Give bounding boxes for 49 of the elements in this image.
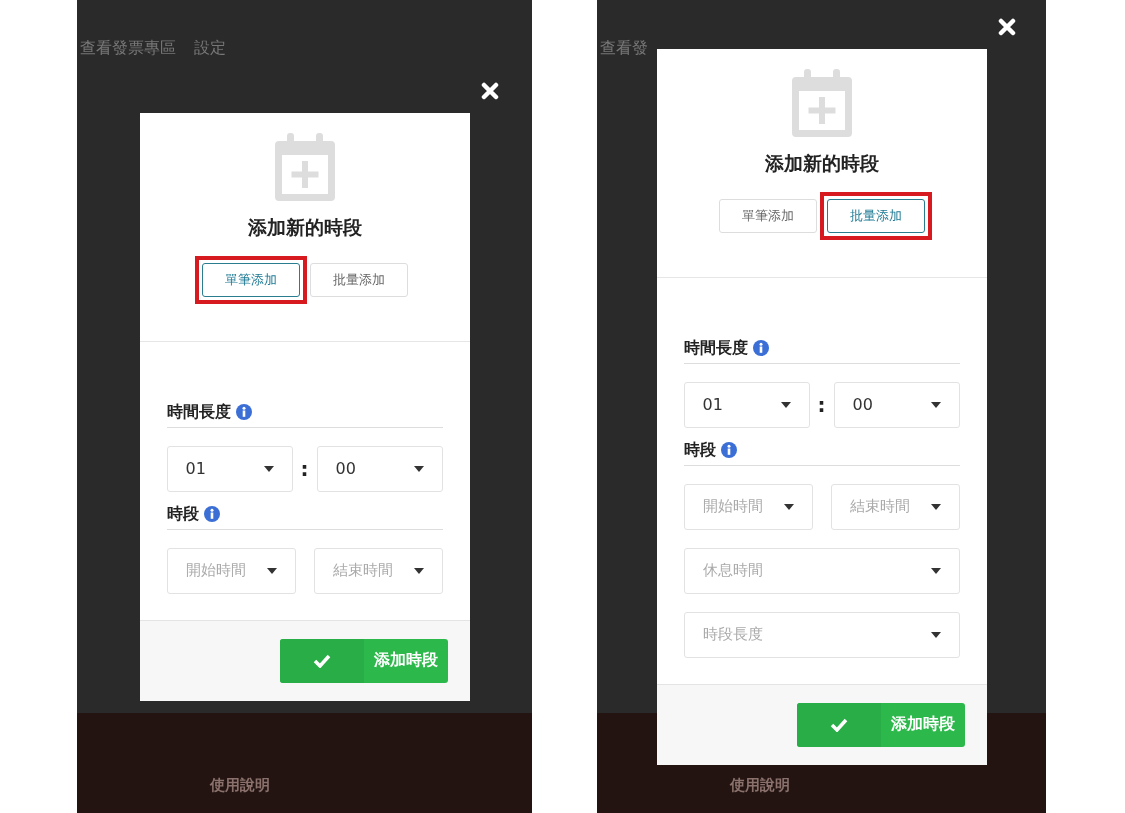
time-separator: : xyxy=(817,392,826,417)
caret-icon xyxy=(930,503,941,510)
calendar-add-icon xyxy=(274,132,335,201)
section-label: 時段 xyxy=(166,503,199,525)
caret-icon xyxy=(780,401,791,408)
nav-link[interactable]: 查看發票專區 xyxy=(80,38,176,60)
mode-tab[interactable]: 單筆添加 xyxy=(201,262,300,297)
hours-select[interactable]: 01 xyxy=(166,445,293,492)
info-icon[interactable] xyxy=(752,340,769,356)
section-label: 時段 xyxy=(683,439,716,461)
caret-icon xyxy=(930,567,941,574)
minutes-select[interactable]: 00 xyxy=(316,445,443,492)
caret-icon xyxy=(413,465,424,472)
time-select[interactable]: 結束時間 xyxy=(313,547,443,594)
dialog-title: 添加新的時段 xyxy=(764,150,879,176)
caret-icon xyxy=(266,567,277,574)
caret-icon xyxy=(413,567,424,574)
time-select[interactable]: 結束時間 xyxy=(830,483,960,530)
caret-icon xyxy=(930,401,941,408)
add-period-button[interactable]: 添加時段 xyxy=(796,702,965,747)
caret-icon xyxy=(783,503,794,510)
check-icon xyxy=(829,717,848,732)
close-icon[interactable] xyxy=(480,81,499,100)
close-icon[interactable] xyxy=(997,17,1016,36)
mode-tab[interactable]: 批量添加 xyxy=(309,262,408,297)
time-select[interactable]: 開始時間 xyxy=(166,547,296,594)
footer-heading: 使用說明 xyxy=(210,776,270,794)
footer-heading: 使用說明 xyxy=(730,776,790,794)
caret-icon xyxy=(263,465,274,472)
dialog-title: 添加新的時段 xyxy=(247,214,362,240)
info-icon[interactable] xyxy=(720,442,737,458)
section-label: 時間長度 xyxy=(683,337,748,359)
info-icon[interactable] xyxy=(203,506,220,522)
caret-icon xyxy=(930,631,941,638)
check-icon xyxy=(312,653,331,668)
time-separator: : xyxy=(300,456,309,481)
minutes-select[interactable]: 00 xyxy=(833,381,960,428)
mode-tab[interactable]: 批量添加 xyxy=(826,198,925,233)
time-select[interactable]: 時段長度 xyxy=(683,611,960,658)
nav-link[interactable]: 查看發 xyxy=(600,38,648,60)
hours-select[interactable]: 01 xyxy=(683,381,810,428)
nav-link[interactable]: 設定 xyxy=(194,38,226,60)
time-select[interactable]: 開始時間 xyxy=(683,483,813,530)
section-label: 時間長度 xyxy=(166,401,231,423)
mode-tab[interactable]: 單筆添加 xyxy=(718,198,817,233)
add-period-button[interactable]: 添加時段 xyxy=(279,638,448,683)
time-select[interactable]: 休息時間 xyxy=(683,547,960,594)
calendar-add-icon xyxy=(791,68,852,137)
info-icon[interactable] xyxy=(235,404,252,420)
